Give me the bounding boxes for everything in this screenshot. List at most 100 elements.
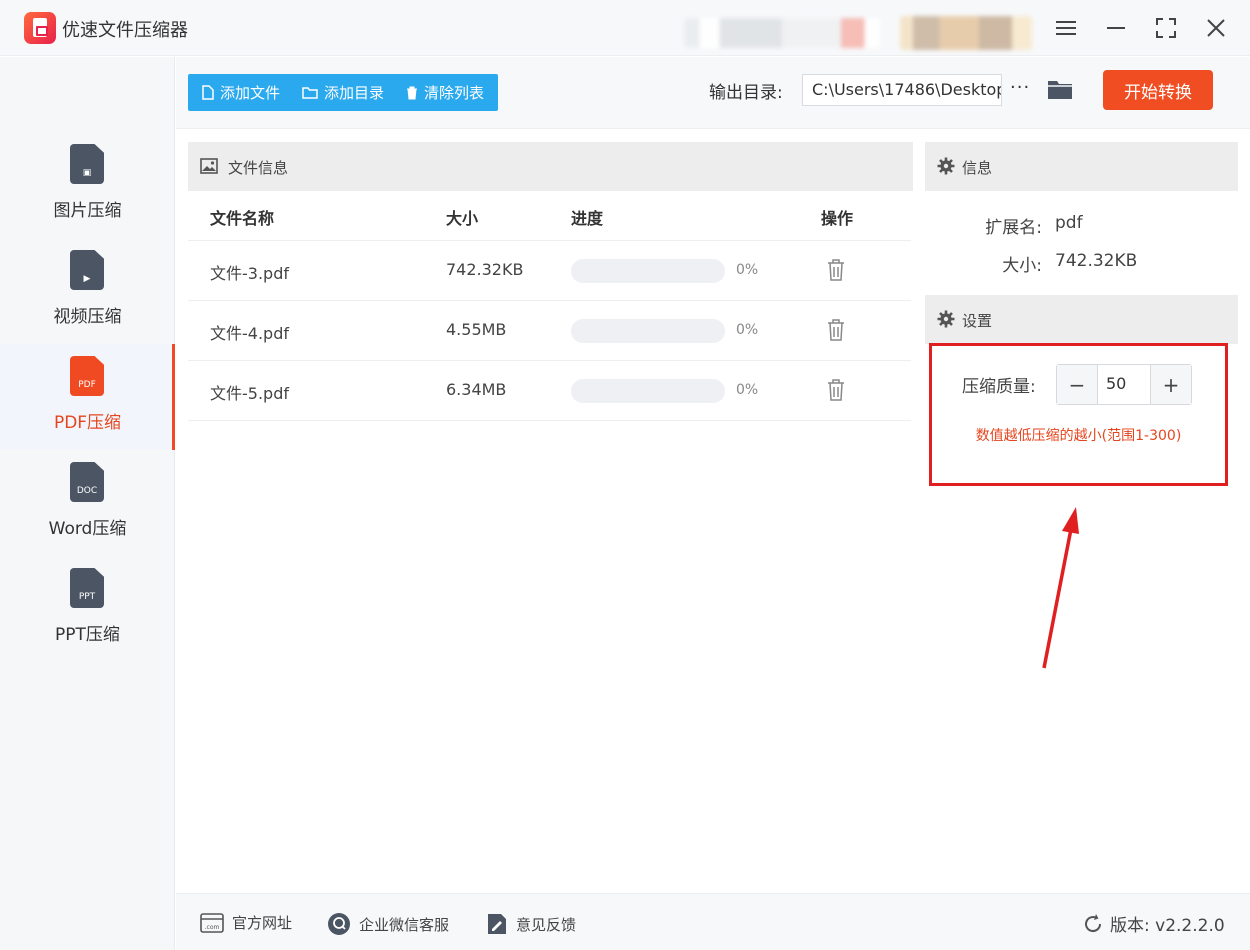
add-directory-label: 添加目录 [324, 84, 385, 102]
add-directory-button[interactable]: 添加目录 [302, 82, 384, 103]
file-size: 742.32KB [446, 260, 524, 279]
more-options-button[interactable]: ··· [1010, 77, 1030, 98]
website-link[interactable]: .com 官方网址 [200, 912, 292, 933]
sidebar-item-image[interactable]: ▣ 图片压缩 [0, 132, 175, 238]
folder-outline-icon [302, 87, 318, 99]
file-list-panel: 文件信息 文件名称 大小 进度 操作 文件-3.pdf 742.32KB 0% … [188, 142, 913, 879]
sidebar-item-label: Word压缩 [48, 519, 127, 539]
chat-icon [328, 913, 350, 935]
sidebar-item-label: 图片压缩 [53, 201, 122, 221]
list-divider [188, 420, 911, 421]
file-name: 文件-3.pdf [210, 264, 289, 283]
version-label: 版本: v2.2.2.0 [1110, 916, 1225, 936]
progress-bar [571, 319, 725, 343]
output-dir-label: 输出目录: [709, 83, 783, 103]
add-file-label: 添加文件 [220, 84, 281, 102]
quality-hint: 数值越低压缩的越小(范围1-300) [975, 428, 1182, 444]
file-panel-header: 文件信息 [188, 142, 913, 191]
file-icon [202, 85, 214, 100]
file-name: 文件-5.pdf [210, 384, 289, 403]
delete-icon[interactable] [826, 318, 846, 342]
feedback-label: 意见反馈 [516, 915, 577, 934]
decrement-button[interactable]: − [1057, 365, 1097, 404]
wechat-support-link[interactable]: 企业微信客服 [327, 912, 449, 936]
progress-bar [571, 379, 725, 403]
active-indicator [172, 344, 175, 450]
progress-percent: 0% [736, 262, 759, 278]
wechat-support-label: 企业微信客服 [359, 915, 450, 934]
file-name: 文件-4.pdf [210, 324, 289, 343]
sidebar-item-label: PPT压缩 [55, 625, 120, 645]
file-size: 6.34MB [446, 380, 507, 399]
feedback-link[interactable]: 意见反馈 [486, 912, 576, 936]
pdf-file-icon: PDF [70, 356, 104, 396]
sidebar-item-label: PDF压缩 [53, 413, 122, 433]
image-icon [200, 158, 218, 174]
blurred-account-badge [900, 16, 1032, 50]
info-header: 信息 [925, 142, 1238, 191]
menu-icon[interactable] [1052, 14, 1080, 42]
sidebar-item-ppt[interactable]: PPT PPT压缩 [0, 556, 175, 662]
size-value: 742.32KB [1055, 251, 1138, 271]
file-actions: 添加文件 添加目录 清除列表 [188, 74, 499, 111]
delete-icon[interactable] [826, 378, 846, 402]
settings-header: 设置 [925, 295, 1238, 344]
column-header-name: 文件名称 [210, 209, 275, 228]
quality-label: 压缩质量: [962, 377, 1036, 397]
column-header-size: 大小 [446, 209, 479, 228]
sidebar-item-word[interactable]: DOC Word压缩 [0, 450, 175, 556]
video-file-icon: ▶ [70, 250, 104, 290]
website-label: 官方网址 [232, 914, 293, 932]
quality-input[interactable]: 50 [1097, 365, 1151, 404]
gear-icon [937, 310, 955, 328]
sidebar-item-pdf[interactable]: PDF PDF压缩 [0, 344, 175, 450]
column-header-action: 操作 [821, 209, 854, 228]
output-path-field[interactable]: C:\Users\17486\Desktop [802, 74, 1002, 106]
minimize-icon[interactable] [1102, 14, 1130, 42]
sidebar-item-label: 视频压缩 [53, 307, 122, 327]
size-label: 大小: [1002, 256, 1042, 276]
progress-percent: 0% [736, 322, 759, 338]
maximize-icon[interactable] [1152, 14, 1180, 42]
svg-text:.com: .com [205, 924, 220, 931]
quality-stepper: − 50 + [1056, 364, 1192, 405]
gear-icon [937, 157, 955, 175]
close-icon[interactable] [1202, 14, 1230, 42]
refresh-icon[interactable] [1082, 913, 1104, 935]
sidebar: ▣ 图片压缩 ▶ 视频压缩 PDF PDF压缩 DOC Word压缩 PPT P… [0, 57, 175, 950]
start-convert-button[interactable]: 开始转换 [1103, 70, 1213, 110]
blurred-user-info [684, 18, 880, 48]
clear-list-label: 清除列表 [424, 84, 485, 102]
table-row[interactable]: 文件-4.pdf 4.55MB 0% [188, 300, 911, 360]
info-settings-panel: 信息 扩展名: pdf 大小: 742.32KB 设置 压缩质量: − 50 +… [925, 142, 1238, 879]
add-file-button[interactable]: 添加文件 [202, 82, 280, 103]
delete-icon[interactable] [826, 258, 846, 282]
file-panel-title: 文件信息 [228, 159, 289, 177]
annotation-arrow-icon [1042, 507, 1079, 669]
table-row[interactable]: 文件-5.pdf 6.34MB 0% [188, 360, 911, 420]
settings-title: 设置 [962, 312, 993, 330]
app-logo-icon [24, 12, 56, 44]
clear-list-button[interactable]: 清除列表 [406, 82, 484, 103]
increment-button[interactable]: + [1151, 365, 1191, 404]
feedback-icon [488, 914, 506, 934]
trash-icon [407, 86, 418, 99]
sidebar-item-video[interactable]: ▶ 视频压缩 [0, 238, 175, 344]
ppt-file-icon: PPT [70, 568, 104, 608]
title-bar: 优速文件压缩器 [0, 0, 1250, 56]
column-header-progress: 进度 [571, 209, 604, 228]
footer: .com 官方网址 企业微信客服 意见反馈 版本: v2.2.2.0 [176, 893, 1250, 950]
version-info: 版本: v2.2.2.0 [1082, 911, 1225, 936]
progress-bar [571, 259, 725, 283]
table-row[interactable]: 文件-3.pdf 742.32KB 0% [188, 240, 911, 300]
app-title: 优速文件压缩器 [62, 20, 188, 41]
file-size: 4.55MB [446, 320, 507, 339]
image-file-icon: ▣ [70, 144, 104, 184]
folder-icon[interactable] [1047, 78, 1073, 100]
doc-file-icon: DOC [70, 462, 104, 502]
extension-value: pdf [1055, 213, 1083, 233]
progress-percent: 0% [736, 382, 759, 398]
website-icon: .com [200, 912, 224, 933]
info-title: 信息 [962, 159, 993, 177]
toolbar: 添加文件 添加目录 清除列表 输出目录: C:\Users\17486\Desk… [176, 57, 1250, 129]
